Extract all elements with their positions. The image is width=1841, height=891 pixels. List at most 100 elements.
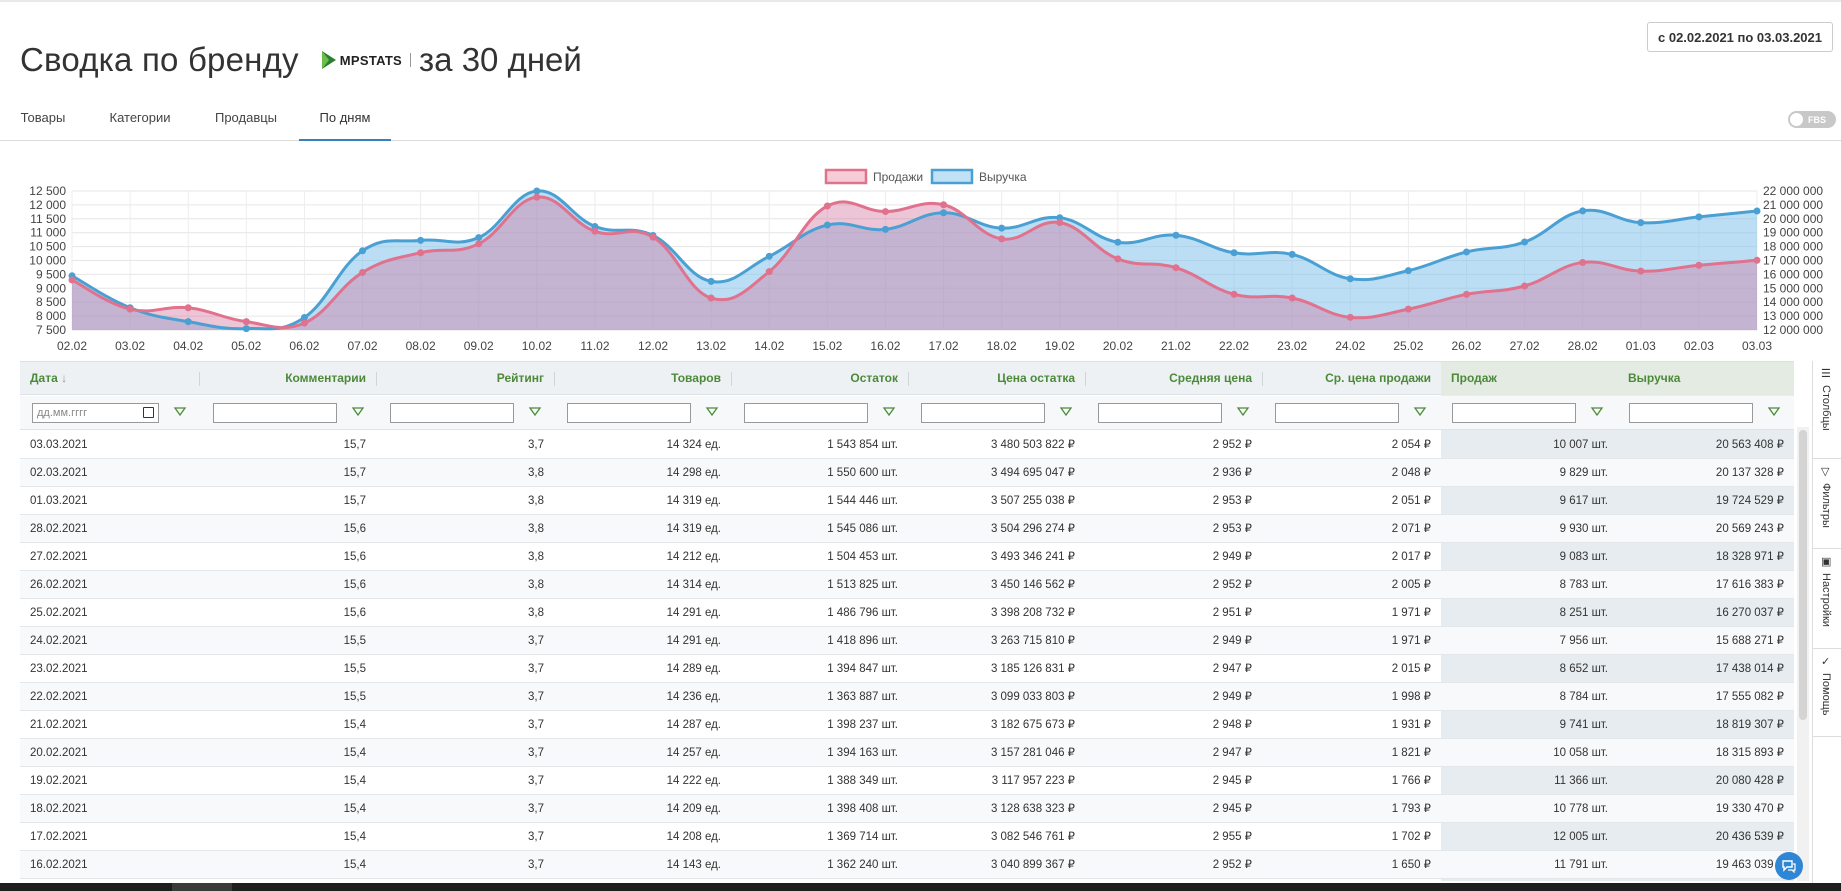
column-header-revenue[interactable]: Выручка xyxy=(1618,362,1794,395)
date-filter-input[interactable]: дд.мм.гггг xyxy=(32,403,159,423)
sales-point xyxy=(881,208,889,216)
column-header-avg-sale-price[interactable]: Ср. цена продажи xyxy=(1262,362,1441,395)
sales-point xyxy=(707,294,715,302)
table-row[interactable]: 17.02.2021 15,4 3,7 14 208 ед. 1 369 714 шт.… xyxy=(20,823,1794,851)
cell-stock-value: 3 182 675 673 ₽ xyxy=(990,719,1075,731)
side-button-columns[interactable]: ☰ Столбцы xyxy=(1813,361,1841,459)
revenue-point xyxy=(1753,207,1761,215)
data-grid: Дата ↓ Комментарии Рейтинг Товаров Остат… xyxy=(20,361,1794,881)
comments-filter-input[interactable] xyxy=(213,403,337,423)
vertical-scrollbar[interactable] xyxy=(1799,430,1807,720)
date-filter-placeholder: дд.мм.гггг xyxy=(37,407,88,419)
period-label: за 30 дней xyxy=(419,41,582,78)
calendar-icon[interactable] xyxy=(143,407,154,418)
table-row[interactable]: 28.02.2021 15,6 3,8 14 319 ед. 1 545 086 шт.… xyxy=(20,515,1794,543)
avg-sale-price-filter-input[interactable] xyxy=(1275,403,1399,423)
column-header-items[interactable]: Товаров xyxy=(554,362,731,395)
column-header-avg-price[interactable]: Средняя цена xyxy=(1085,362,1262,395)
column-header-stock[interactable]: Остаток xyxy=(731,362,908,395)
column-header-comments[interactable]: Комментарии xyxy=(200,362,376,395)
column-header-sales[interactable]: Продаж xyxy=(1441,362,1618,395)
tab-products[interactable]: Товары xyxy=(8,100,78,141)
table-row[interactable]: 26.02.2021 15,6 3,8 14 314 ед. 1 513 825 шт.… xyxy=(20,571,1794,599)
date-range-picker[interactable]: с 02.02.2021 по 03.03.2021 xyxy=(1647,22,1833,52)
column-header-rating[interactable]: Рейтинг xyxy=(377,362,554,395)
page-header: Сводка по бренду MPSTATS за 30 дней xyxy=(20,38,582,82)
column-header-date[interactable]: Дата ↓ xyxy=(20,362,196,395)
cell-revenue: 17 438 014 ₽ xyxy=(1715,663,1784,675)
revenue-point xyxy=(184,318,192,326)
filter-icon[interactable] xyxy=(1059,405,1073,419)
table-row[interactable]: 24.02.2021 15,5 3,7 14 291 ед. 1 418 896 шт.… xyxy=(20,627,1794,655)
tab-by-days[interactable]: По дням xyxy=(299,100,391,141)
x-tick-label: 08.02 xyxy=(406,339,436,353)
sales-point xyxy=(475,240,483,248)
filter-icon[interactable] xyxy=(705,405,719,419)
table-row[interactable]: 02.03.2021 15,7 3,8 14 298 ед. 1 550 600 шт.… xyxy=(20,459,1794,487)
table-row[interactable]: 23.02.2021 15,5 3,7 14 289 ед. 1 394 847 шт.… xyxy=(20,655,1794,683)
y-left-tick-label: 11 500 xyxy=(30,212,66,226)
revenue-point xyxy=(475,234,483,242)
cell-avg-price: 2 952 ₽ xyxy=(1212,859,1252,871)
table-row[interactable]: 21.02.2021 15,4 3,7 14 287 ед. 1 398 237 шт.… xyxy=(20,711,1794,739)
filter-icon[interactable] xyxy=(528,405,542,419)
table-row[interactable]: 25.02.2021 15,6 3,8 14 291 ед. 1 486 796 шт.… xyxy=(20,599,1794,627)
cell-rating: 3,7 xyxy=(528,747,544,759)
table-row[interactable]: 19.02.2021 15,4 3,7 14 222 ед. 1 388 349 шт.… xyxy=(20,767,1794,795)
chat-button[interactable] xyxy=(1775,852,1803,880)
cell-date: 02.03.2021 xyxy=(30,467,88,479)
cell-sales: 9 829 шт. xyxy=(1559,467,1608,479)
cell-date: 27.02.2021 xyxy=(30,551,88,563)
revenue-point xyxy=(1695,213,1703,221)
side-button-filters[interactable]: ▽ Фильтры xyxy=(1813,459,1841,549)
grid-header: Дата ↓ Комментарии Рейтинг Товаров Остат… xyxy=(20,362,1794,395)
taskbar-item[interactable] xyxy=(172,883,232,891)
taskbar xyxy=(0,883,1841,891)
stock-filter-input[interactable] xyxy=(744,403,868,423)
filter-icon[interactable] xyxy=(173,405,187,419)
legend-swatch-revenue xyxy=(930,168,974,185)
side-button-help[interactable]: ✓ Помощь xyxy=(1813,649,1841,737)
cell-sales: 9 930 шт. xyxy=(1559,523,1608,535)
mpstats-logo[interactable]: MPSTATS xyxy=(321,50,412,70)
cell-items: 14 319 ед. xyxy=(666,495,721,507)
cell-stock-value: 3 099 033 803 ₽ xyxy=(990,691,1075,703)
filter-icon[interactable] xyxy=(1590,405,1604,419)
cell-sales: 9 617 шт. xyxy=(1559,495,1608,507)
filter-icon[interactable] xyxy=(1767,405,1781,419)
filter-icon[interactable] xyxy=(351,405,365,419)
table-row[interactable]: 18.02.2021 15,4 3,7 14 209 ед. 1 398 408 шт.… xyxy=(20,795,1794,823)
cell-stock: 1 394 163 шт. xyxy=(827,747,898,759)
filter-icon[interactable] xyxy=(1413,405,1427,419)
revenue-point xyxy=(417,236,425,244)
table-row[interactable]: 22.02.2021 15,5 3,7 14 236 ед. 1 363 887 шт.… xyxy=(20,683,1794,711)
cell-stock-value: 3 128 638 323 ₽ xyxy=(990,803,1075,815)
rating-filter-input[interactable] xyxy=(390,403,514,423)
x-tick-label: 05.02 xyxy=(231,339,261,353)
column-header-stock-value[interactable]: Цена остатка xyxy=(908,362,1085,395)
page-title: Сводка по бренду xyxy=(20,41,299,78)
revenue-point xyxy=(242,325,250,333)
table-row[interactable]: 01.03.2021 15,7 3,8 14 319 ед. 1 544 446 шт.… xyxy=(20,487,1794,515)
filter-icon[interactable] xyxy=(882,405,896,419)
sales-point xyxy=(1114,255,1122,263)
table-row[interactable]: 16.02.2021 15,4 3,7 14 143 ед. 1 362 240 шт.… xyxy=(20,851,1794,879)
side-button-settings[interactable]: ▣ Настройки xyxy=(1813,549,1841,649)
revenue-filter-input[interactable] xyxy=(1629,403,1753,423)
cell-stock-value: 3 494 695 047 ₽ xyxy=(990,467,1075,479)
filter-icon[interactable] xyxy=(1236,405,1250,419)
table-row[interactable]: 20.02.2021 15,4 3,7 14 257 ед. 1 394 163 шт.… xyxy=(20,739,1794,767)
avg-price-filter-input[interactable] xyxy=(1098,403,1222,423)
tab-categories[interactable]: Категории xyxy=(96,100,184,141)
table-row[interactable]: 03.03.2021 15,7 3,7 14 324 ед. 1 543 854 шт.… xyxy=(20,431,1794,459)
cell-stock-value: 3 263 715 810 ₽ xyxy=(990,635,1075,647)
table-row[interactable]: 27.02.2021 15,6 3,8 14 212 ед. 1 504 453 шт.… xyxy=(20,543,1794,571)
items-filter-input[interactable] xyxy=(567,403,691,423)
tab-sellers[interactable]: Продавцы xyxy=(204,100,288,141)
revenue-point xyxy=(1637,219,1645,227)
fbs-toggle[interactable]: FBS xyxy=(1788,111,1836,128)
stock-value-filter-input[interactable] xyxy=(921,403,1045,423)
cell-rating: 3,8 xyxy=(528,495,544,507)
sort-arrow-icon[interactable]: ↓ xyxy=(61,371,67,385)
sales-filter-input[interactable] xyxy=(1452,403,1576,423)
